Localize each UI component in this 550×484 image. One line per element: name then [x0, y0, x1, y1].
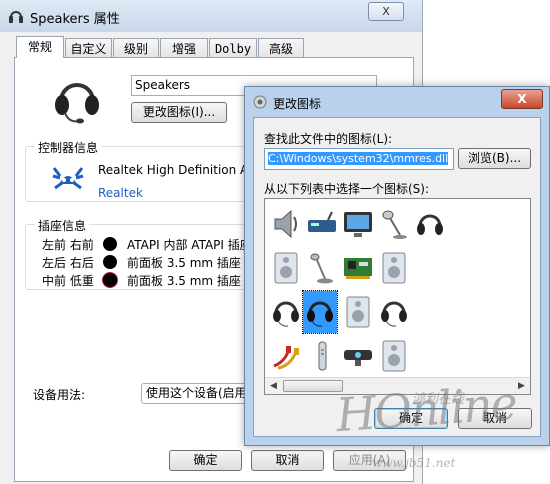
file-path-input[interactable]: C:\Windows\system32\mmres.dll [264, 148, 454, 170]
close-icon: X [382, 5, 390, 18]
tab-general[interactable]: 常规 [16, 36, 64, 58]
headset-icon[interactable] [377, 291, 411, 333]
find-label: 查找此文件中的图标(L): [264, 132, 393, 146]
title-bar: Speakers 属性 X [0, 0, 422, 32]
jack-label-center: 中前 低重 [42, 274, 94, 288]
tab-dolby[interactable]: Dolby [209, 38, 257, 58]
jack-color-dot [103, 273, 117, 287]
headset-icon [55, 83, 99, 124]
jack-desc-front: ATAPI 内部 ATAPI 插座 [127, 238, 252, 252]
desk-microphone-icon[interactable] [305, 247, 339, 289]
device-name-value: Speakers [135, 78, 191, 92]
jack-group-label: 插座信息 [35, 217, 90, 234]
change-icon-button[interactable]: 更改图标(I)... [131, 102, 227, 123]
headset-icon-selected[interactable] [302, 290, 338, 334]
headset-icon[interactable] [269, 291, 303, 333]
scroll-right-icon[interactable]: ▶ [513, 378, 530, 394]
controller-group-label: 控制器信息 [35, 139, 102, 156]
tab-enhancements[interactable]: 增强 [160, 38, 208, 58]
jack-color-dot [103, 255, 117, 269]
ok-button[interactable]: 确定 [169, 450, 242, 471]
jack-desc-center: 前面板 3.5 mm 插座 [127, 274, 241, 288]
scroll-left-icon[interactable]: ◀ [265, 378, 282, 394]
dialog-title: 更改图标 [273, 97, 322, 111]
watermark-chinese: 鸿利在线 [412, 392, 465, 407]
sound-card-icon[interactable] [341, 247, 375, 289]
network-device-icon[interactable] [305, 203, 339, 245]
speaker-box-icon[interactable] [269, 247, 303, 289]
tab-levels[interactable]: 级别 [113, 38, 159, 58]
jack-label-rear: 左后 右后 [42, 256, 94, 270]
watermark-url: www.jb51.net [372, 456, 456, 470]
icon-list[interactable]: ◀ ▶ [264, 198, 531, 395]
speaker-box-icon[interactable] [377, 335, 411, 377]
usage-label: 设备用法: [33, 388, 86, 402]
jack-label-front: 左前 右前 [42, 238, 94, 252]
jack-color-dot [103, 237, 117, 251]
close-icon: X [517, 92, 527, 106]
speaker-app-icon [9, 11, 23, 23]
tab-custom[interactable]: 自定义 [65, 38, 112, 58]
device-usage-select[interactable]: 使用这个设备(启用 [141, 383, 261, 404]
dialog-close-button[interactable]: X [501, 89, 543, 109]
speaker-box-icon[interactable] [377, 247, 411, 289]
jack-desc-rear: 前面板 3.5 mm 插座 [127, 256, 241, 270]
headphones-icon[interactable] [413, 203, 447, 245]
rca-cable-icon[interactable] [269, 335, 303, 377]
speaker-icon[interactable] [269, 203, 303, 245]
microphone-stand-icon[interactable] [377, 203, 411, 245]
cancel-button[interactable]: 取消 [251, 450, 324, 471]
tab-advanced[interactable]: 高级 [258, 38, 304, 58]
speaker-dialog-icon [253, 95, 267, 109]
webcam-icon[interactable] [341, 335, 375, 377]
telephone-handset-icon[interactable] [305, 335, 339, 377]
controller-vendor-link[interactable]: Realtek [98, 186, 143, 200]
browse-button[interactable]: 浏览(B)... [458, 148, 531, 169]
realtek-crab-icon [52, 167, 84, 190]
monitor-icon[interactable] [341, 203, 375, 245]
window-title: Speakers 属性 [30, 12, 120, 27]
select-label: 从以下列表中选择一个图标(S): [264, 182, 430, 196]
close-button[interactable]: X [368, 2, 404, 21]
controller-name: Realtek High Definition Audi [98, 163, 267, 177]
file-path-value: C:\Windows\system32\mmres.dll [268, 152, 449, 165]
speaker-box-icon[interactable] [341, 291, 375, 333]
